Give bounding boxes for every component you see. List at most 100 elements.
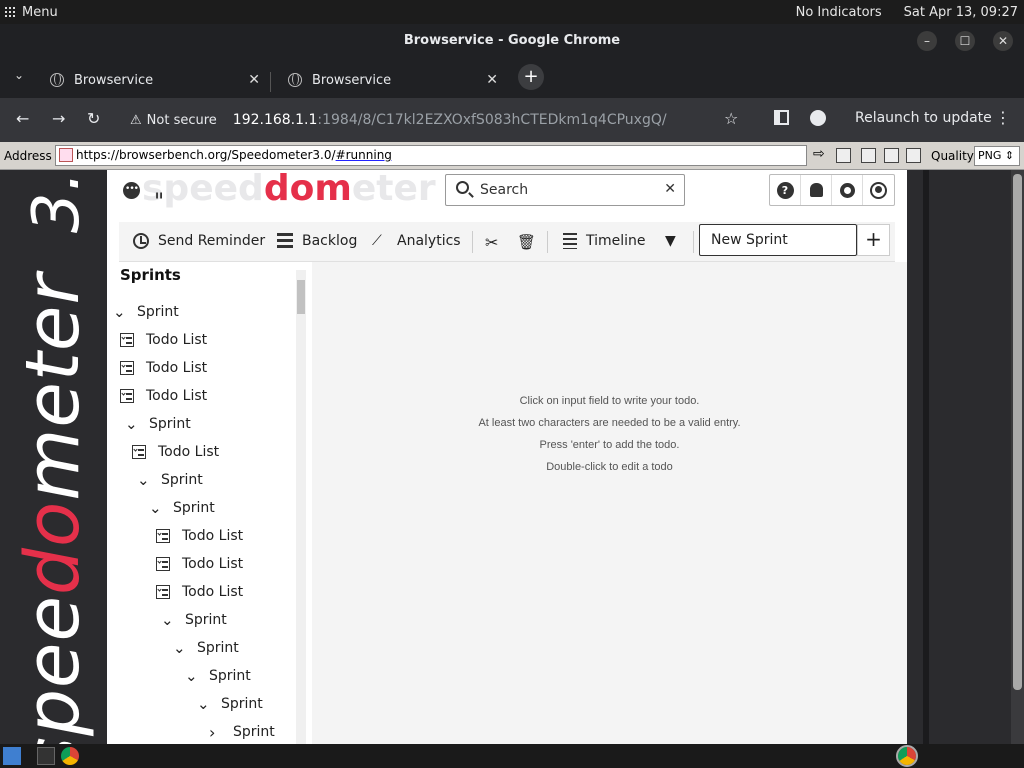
chevron-down-icon[interactable]: ⌄ xyxy=(149,499,162,517)
close-window-button[interactable]: ✕ xyxy=(993,31,1013,51)
notifications-button[interactable] xyxy=(801,175,832,205)
chevron-down-icon[interactable]: ⌄ xyxy=(185,667,198,685)
filter-icon: ▼ xyxy=(665,233,676,249)
chevron-down-icon[interactable]: ⌄ xyxy=(137,471,150,489)
quality-select[interactable]: PNG ⇕ xyxy=(974,146,1020,166)
profile-icon[interactable] xyxy=(810,110,826,126)
app-logo-right: eter xyxy=(351,170,436,209)
more-menu-icon[interactable]: ⋮ xyxy=(995,108,1011,127)
tree-item-label: Todo List xyxy=(158,444,220,460)
more-dots-icon[interactable]: ••• xyxy=(123,182,140,199)
new-sprint-input[interactable]: New Sprint xyxy=(699,224,857,256)
image-icon[interactable] xyxy=(861,148,876,163)
help-icon: ? xyxy=(776,181,794,199)
warning-icon[interactable]: ⚠ xyxy=(130,113,142,128)
clipboard-icon[interactable] xyxy=(906,148,921,163)
header-icon-group: ? xyxy=(769,174,895,206)
clock[interactable]: Sat Apr 13, 09:27 xyxy=(904,5,1018,20)
tab-close-icon[interactable]: ✕ xyxy=(248,72,260,88)
bookmark-icon[interactable] xyxy=(836,148,851,163)
sprint-item[interactable]: › Sprint xyxy=(209,720,275,744)
tree-item-label: Todo List xyxy=(182,528,244,544)
account-button[interactable] xyxy=(863,175,894,205)
search-input[interactable]: Search ✕ xyxy=(445,174,685,206)
side-panel-icon[interactable] xyxy=(774,110,789,125)
apps-grid-icon[interactable] xyxy=(5,7,15,17)
app-header: ••• speeddometer " Search ✕ ? xyxy=(107,170,907,216)
cut-button[interactable]: ✂ xyxy=(485,233,498,252)
minimize-button[interactable]: – xyxy=(917,31,937,51)
sidebar-scroll-thumb[interactable] xyxy=(297,280,305,314)
browservice-toolbar: Address https://browserbench.org/Speedom… xyxy=(0,142,1024,170)
settings-button[interactable] xyxy=(832,175,863,205)
maximize-button[interactable]: ☐ xyxy=(955,31,975,51)
add-sprint-button[interactable]: + xyxy=(857,224,890,256)
sidebar-scrollbar[interactable] xyxy=(296,270,306,744)
forward-button[interactable]: → xyxy=(52,109,65,128)
not-secure-label[interactable]: Not secure xyxy=(147,113,217,128)
todo-list-item[interactable]: Todo List xyxy=(156,524,243,548)
send-reminder-button[interactable]: Send Reminder xyxy=(133,233,265,249)
todo-list-item[interactable]: Todo List xyxy=(120,328,207,352)
page-scroll-thumb[interactable] xyxy=(1013,174,1022,690)
search-placeholder: Search xyxy=(480,182,529,198)
bookmark-star-icon[interactable]: ☆ xyxy=(724,109,738,128)
sprint-item[interactable]: ⌄ Sprint xyxy=(185,664,251,688)
find-icon[interactable] xyxy=(884,148,899,163)
checklist-icon xyxy=(120,333,134,347)
todo-list-item[interactable]: Todo List xyxy=(120,384,207,408)
address-field[interactable]: https://browserbench.org/Speedometer3.0/… xyxy=(55,145,807,166)
url-host: 192.168.1.1 xyxy=(232,112,318,128)
relaunch-to-update-button[interactable]: Relaunch to update xyxy=(855,110,992,126)
terminal-icon[interactable] xyxy=(37,747,55,765)
chevron-down-icon[interactable]: ⌄ xyxy=(161,611,174,629)
backlog-button[interactable]: Backlog xyxy=(277,233,357,249)
todo-list-item[interactable]: Todo List xyxy=(132,440,219,464)
omnibox[interactable]: ⚠ Not secure 192.168.1.1:1984/8/C17kl2EZ… xyxy=(120,103,760,137)
sprint-item[interactable]: ⌄ Sprint xyxy=(149,496,215,520)
show-desktop-icon[interactable] xyxy=(3,747,21,765)
tab-search-button[interactable]: ⌄ xyxy=(14,68,24,82)
chart-line-icon: ⟋ xyxy=(372,233,382,249)
tab-browservice-1[interactable]: Browservice ✕ xyxy=(38,62,268,98)
clear-search-icon[interactable]: ✕ xyxy=(664,181,676,197)
tab-browservice-2[interactable]: Browservice ✕ xyxy=(276,62,506,98)
page-scrollbar[interactable] xyxy=(1011,170,1024,744)
back-button[interactable]: ← xyxy=(16,109,29,128)
chrome-window-icon[interactable] xyxy=(896,745,918,767)
sprint-item[interactable]: ⌄ Sprint xyxy=(137,468,203,492)
chevron-down-icon[interactable]: ⌄ xyxy=(113,303,126,321)
sprint-item[interactable]: ⌄ Sprint xyxy=(173,636,239,660)
chevron-down-icon[interactable]: ⌄ xyxy=(125,415,138,433)
tree-item-label: Sprint xyxy=(137,304,179,320)
indicators-label[interactable]: No Indicators xyxy=(796,5,882,20)
hint-line: Double-click to edit a todo xyxy=(546,461,673,473)
chevron-down-icon[interactable]: ⌄ xyxy=(173,639,186,657)
app-logo: speeddometer xyxy=(142,170,436,209)
todo-app: ••• speeddometer " Search ✕ ? Send Remin… xyxy=(107,170,907,744)
window-title: Browservice - Google Chrome xyxy=(403,33,621,48)
reload-button[interactable]: ↻ xyxy=(87,109,100,128)
chevron-right-icon[interactable]: › xyxy=(209,723,221,742)
filter-button[interactable]: ▼ xyxy=(665,233,676,249)
todo-list-item[interactable]: Todo List xyxy=(156,580,243,604)
timeline-button[interactable]: Timeline xyxy=(563,233,646,249)
help-button[interactable]: ? xyxy=(770,175,801,205)
new-tab-button[interactable]: + xyxy=(518,64,544,90)
sprint-item[interactable]: ⌄ Sprint xyxy=(113,300,179,324)
analytics-button[interactable]: ⟋ Analytics xyxy=(372,233,461,249)
os-menu[interactable]: Menu xyxy=(22,5,58,20)
go-arrow-icon[interactable]: ⇨ xyxy=(813,146,828,162)
quote-mark: " xyxy=(154,190,165,215)
sprint-item[interactable]: ⌄ Sprint xyxy=(161,608,227,632)
tab-close-icon[interactable]: ✕ xyxy=(486,72,498,88)
chevron-down-icon[interactable]: ⌄ xyxy=(197,695,210,713)
sprint-item[interactable]: ⌄ Sprint xyxy=(125,412,191,436)
sprint-item[interactable]: ⌄ Sprint xyxy=(197,692,263,716)
panel-divider xyxy=(923,170,929,744)
delete-button[interactable]: 🗑 xyxy=(517,233,536,251)
todo-list-item[interactable]: Todo List xyxy=(156,552,243,576)
todo-list-item[interactable]: Todo List xyxy=(120,356,207,380)
chrome-icon[interactable] xyxy=(61,747,79,765)
gear-icon xyxy=(839,182,855,198)
